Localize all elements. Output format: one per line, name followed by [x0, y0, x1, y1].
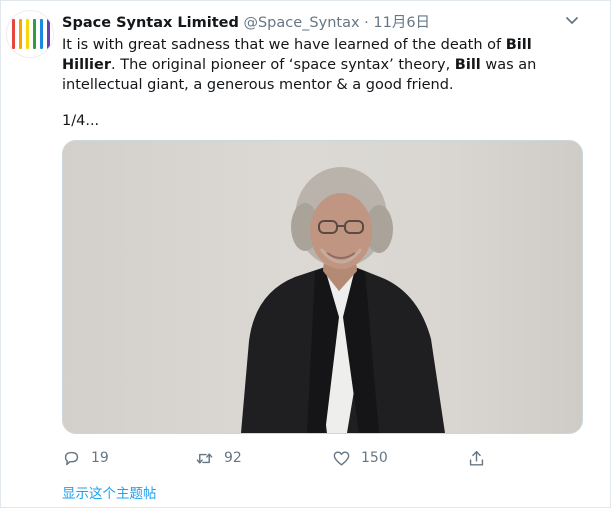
avatar-bar — [47, 19, 50, 49]
avatar[interactable] — [6, 10, 54, 58]
like-button[interactable]: 150 — [332, 447, 388, 469]
tweet-photo[interactable] — [62, 140, 583, 434]
avatar-bar — [12, 19, 15, 49]
reply-icon — [64, 451, 79, 465]
thread-page-indicator: 1/4... — [62, 113, 100, 129]
author-handle[interactable]: @Space_Syntax — [243, 15, 359, 31]
tweet-text-bold: Bill — [454, 57, 481, 73]
author-name[interactable]: Space Syntax Limited — [62, 15, 239, 31]
tweet-text-part: It is with great sadness that we have le… — [62, 37, 506, 53]
header-separator: · — [364, 15, 369, 31]
show-thread-link[interactable]: 显示这个主题帖 — [62, 482, 157, 502]
retweet-icon — [196, 452, 213, 464]
reply-count: 19 — [91, 450, 109, 466]
avatar-bar — [33, 19, 36, 49]
tweet-text-part: . The original pioneer of ‘space syntax’… — [111, 57, 455, 73]
reply-button[interactable]: 19 — [62, 447, 109, 469]
tweet-text: It is with great sadness that we have le… — [62, 35, 582, 95]
retweet-count: 92 — [224, 450, 242, 466]
tweet-date[interactable]: 11月6日 — [373, 15, 430, 31]
avatar-bar — [26, 19, 29, 49]
retweet-button[interactable]: 92 — [195, 447, 242, 469]
like-count: 150 — [361, 450, 388, 466]
portrait-image — [241, 167, 445, 433]
share-icon — [469, 450, 484, 466]
tweet-actions: 19 92 150 — [62, 447, 502, 469]
heart-icon — [333, 450, 350, 466]
tweet-header: Space Syntax Limited @Space_Syntax · 11月… — [62, 12, 562, 34]
avatar-bar — [40, 19, 43, 49]
share-button[interactable] — [467, 447, 496, 469]
avatar-bar — [19, 19, 22, 49]
chevron-down-icon[interactable] — [565, 16, 579, 26]
